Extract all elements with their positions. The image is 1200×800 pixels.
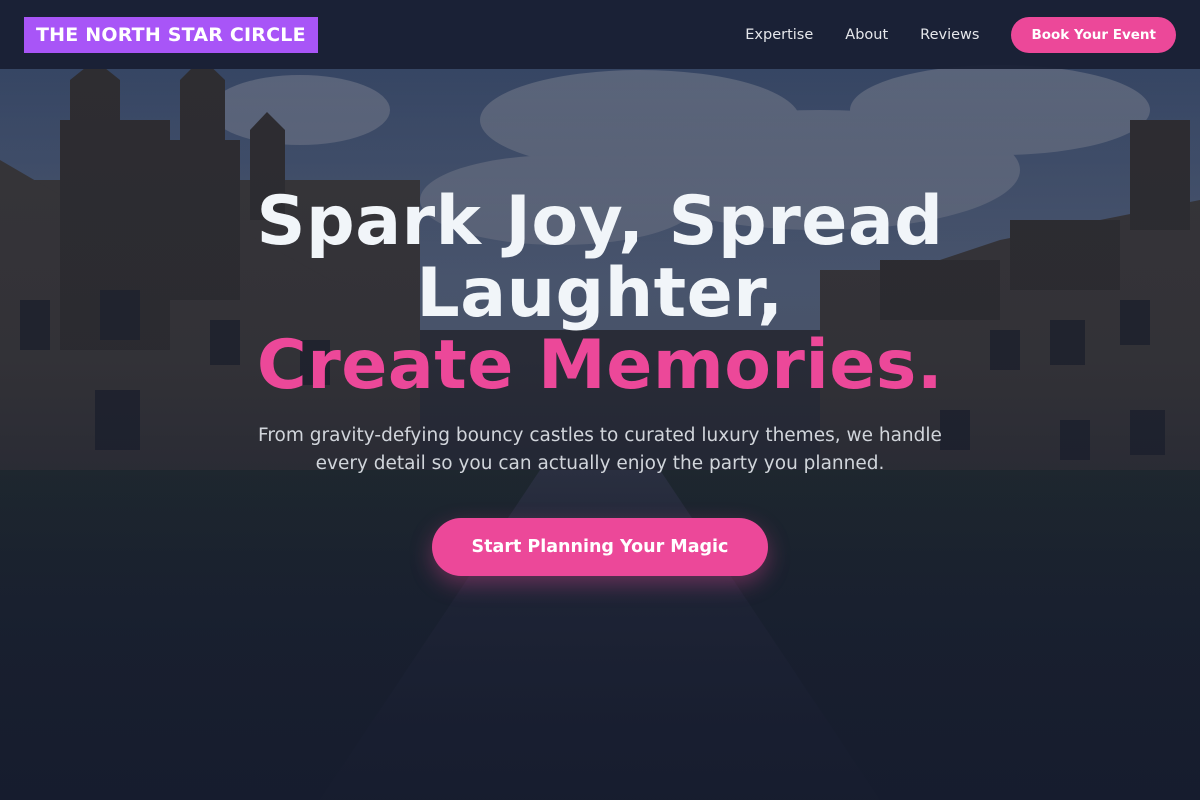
book-event-button[interactable]: Book Your Event — [1011, 16, 1176, 53]
brand-logo[interactable]: THE NORTH STAR CIRCLE — [24, 16, 318, 53]
nav-link-expertise[interactable]: Expertise — [745, 27, 813, 43]
headline-accent: Create Memories. — [256, 326, 944, 405]
hero-content: Spark Joy, Spread Laughter, Create Memor… — [0, 186, 1200, 576]
nav-link-reviews[interactable]: Reviews — [920, 27, 979, 43]
hero-subheadline: From gravity-defying bouncy castles to c… — [258, 425, 942, 474]
start-planning-button[interactable]: Start Planning Your Magic — [431, 518, 769, 576]
top-navbar: THE NORTH STAR CIRCLE Expertise About Re… — [0, 0, 1200, 69]
hero-headline: Spark Joy, Spread Laughter, Create Memor… — [220, 186, 980, 402]
nav-link-about[interactable]: About — [845, 27, 888, 43]
headline-line-1: Spark Joy, Spread — [256, 182, 944, 261]
nav-links: Expertise About Reviews Book Your Event — [745, 16, 1176, 53]
headline-line-2: Laughter, — [416, 254, 784, 333]
